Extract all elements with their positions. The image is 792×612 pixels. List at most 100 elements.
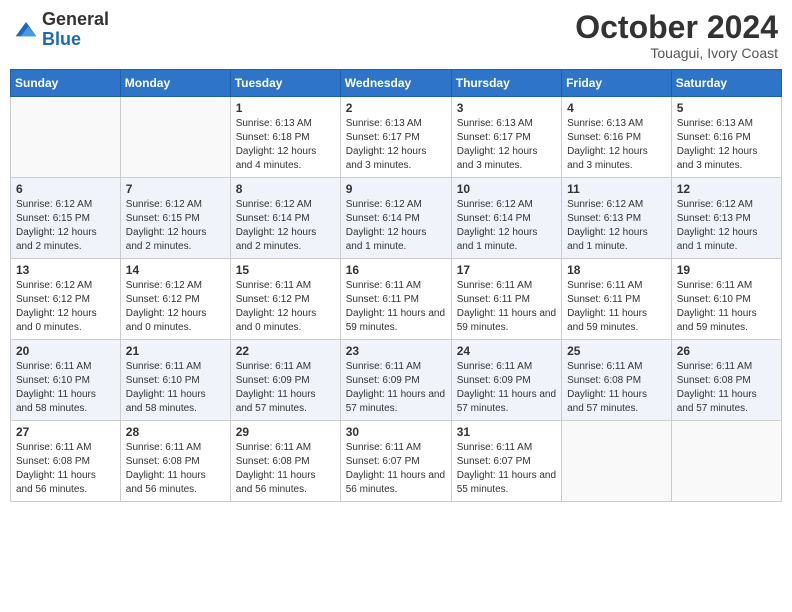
calendar-cell: 27 Sunrise: 6:11 AM Sunset: 6:08 PM Dayli… [11, 421, 121, 502]
calendar-cell: 9 Sunrise: 6:12 AM Sunset: 6:14 PM Daylig… [340, 178, 451, 259]
calendar-cell: 6Sunrise: 6:12 AM Sunset: 6:15 PM Daylig… [11, 178, 121, 259]
calendar-cell: 25Sunrise: 6:11 AM Sunset: 6:08 PM Dayli… [562, 340, 672, 421]
day-info: Sunrise: 6:12 AM Sunset: 6:12 PM Dayligh… [16, 279, 115, 335]
day-info: Sunrise: 6:13 AM Sunset: 6:16 PM Dayligh… [567, 117, 666, 173]
day-number: 4 [567, 101, 666, 115]
logo-general: General [42, 10, 109, 30]
calendar-cell: 15 Sunrise: 6:11 AM Sunset: 6:12 PM Dayli… [230, 259, 340, 340]
day-number: 19 [677, 263, 776, 277]
month-title: October 2024 [575, 10, 778, 45]
day-number: 28 [126, 425, 225, 439]
day-number: 26 [677, 344, 776, 358]
day-info: Sunrise: 6:11 AM Sunset: 6:12 PM Dayligh… [236, 279, 335, 335]
day-number: 3 [457, 101, 556, 115]
calendar-table: SundayMondayTuesdayWednesdayThursdayFrid… [10, 69, 782, 502]
calendar-cell: 3 Sunrise: 6:13 AM Sunset: 6:17 PM Daylig… [451, 97, 561, 178]
day-info: Sunrise: 6:11 AM Sunset: 6:10 PM Dayligh… [16, 360, 115, 416]
day-info: Sunrise: 6:12 AM Sunset: 6:14 PM Dayligh… [457, 198, 556, 254]
calendar-cell: 28 Sunrise: 6:11 AM Sunset: 6:08 PM Dayli… [120, 421, 230, 502]
day-number: 18 [567, 263, 666, 277]
day-info: Sunrise: 6:11 AM Sunset: 6:10 PM Dayligh… [126, 360, 225, 416]
day-info: Sunrise: 6:11 AM Sunset: 6:09 PM Dayligh… [346, 360, 446, 416]
day-number: 5 [677, 101, 776, 115]
calendar-cell: 11 Sunrise: 6:12 AM Sunset: 6:13 PM Dayli… [562, 178, 672, 259]
day-info: Sunrise: 6:13 AM Sunset: 6:17 PM Dayligh… [457, 117, 556, 173]
calendar-cell [562, 421, 672, 502]
day-info: Sunrise: 6:12 AM Sunset: 6:14 PM Dayligh… [236, 198, 335, 254]
day-number: 21 [126, 344, 225, 358]
calendar-cell [120, 97, 230, 178]
day-number: 15 [236, 263, 335, 277]
day-info: Sunrise: 6:11 AM Sunset: 6:11 PM Dayligh… [457, 279, 556, 335]
day-info: Sunrise: 6:13 AM Sunset: 6:17 PM Dayligh… [346, 117, 446, 173]
calendar-cell: 17Sunrise: 6:11 AM Sunset: 6:11 PM Dayli… [451, 259, 561, 340]
calendar-cell: 10Sunrise: 6:12 AM Sunset: 6:14 PM Dayli… [451, 178, 561, 259]
calendar-cell: 16 Sunrise: 6:11 AM Sunset: 6:11 PM Dayli… [340, 259, 451, 340]
day-number: 11 [567, 182, 666, 196]
day-number: 29 [236, 425, 335, 439]
day-number: 2 [346, 101, 446, 115]
logo-blue: Blue [42, 30, 109, 50]
title-block: October 2024 Touagui, Ivory Coast [575, 10, 778, 61]
calendar-cell: 19 Sunrise: 6:11 AM Sunset: 6:10 PM Dayli… [671, 259, 781, 340]
day-info: Sunrise: 6:12 AM Sunset: 6:14 PM Dayligh… [346, 198, 446, 254]
weekday-header: Friday [562, 70, 672, 97]
day-info: Sunrise: 6:11 AM Sunset: 6:08 PM Dayligh… [236, 441, 335, 497]
calendar-cell: 18Sunrise: 6:11 AM Sunset: 6:11 PM Dayli… [562, 259, 672, 340]
day-info: Sunrise: 6:11 AM Sunset: 6:11 PM Dayligh… [346, 279, 446, 335]
weekday-header-row: SundayMondayTuesdayWednesdayThursdayFrid… [11, 70, 782, 97]
calendar-cell: 29 Sunrise: 6:11 AM Sunset: 6:08 PM Dayli… [230, 421, 340, 502]
calendar-cell: 23 Sunrise: 6:11 AM Sunset: 6:09 PM Dayli… [340, 340, 451, 421]
location-subtitle: Touagui, Ivory Coast [575, 45, 778, 61]
day-info: Sunrise: 6:11 AM Sunset: 6:08 PM Dayligh… [677, 360, 776, 416]
day-info: Sunrise: 6:11 AM Sunset: 6:07 PM Dayligh… [457, 441, 556, 497]
calendar-cell: 1Sunrise: 6:13 AM Sunset: 6:18 PM Daylig… [230, 97, 340, 178]
calendar-cell: 30 Sunrise: 6:11 AM Sunset: 6:07 PM Dayli… [340, 421, 451, 502]
calendar-cell: 22 Sunrise: 6:11 AM Sunset: 6:09 PM Dayli… [230, 340, 340, 421]
calendar-cell: 20Sunrise: 6:11 AM Sunset: 6:10 PM Dayli… [11, 340, 121, 421]
day-number: 7 [126, 182, 225, 196]
day-number: 30 [346, 425, 446, 439]
day-info: Sunrise: 6:12 AM Sunset: 6:12 PM Dayligh… [126, 279, 225, 335]
day-info: Sunrise: 6:11 AM Sunset: 6:08 PM Dayligh… [16, 441, 115, 497]
calendar-week-row: 20Sunrise: 6:11 AM Sunset: 6:10 PM Dayli… [11, 340, 782, 421]
day-number: 22 [236, 344, 335, 358]
day-info: Sunrise: 6:11 AM Sunset: 6:08 PM Dayligh… [126, 441, 225, 497]
weekday-header: Tuesday [230, 70, 340, 97]
day-info: Sunrise: 6:11 AM Sunset: 6:10 PM Dayligh… [677, 279, 776, 335]
day-info: Sunrise: 6:12 AM Sunset: 6:13 PM Dayligh… [677, 198, 776, 254]
calendar-cell: 31 Sunrise: 6:11 AM Sunset: 6:07 PM Dayli… [451, 421, 561, 502]
weekday-header: Monday [120, 70, 230, 97]
day-info: Sunrise: 6:11 AM Sunset: 6:09 PM Dayligh… [457, 360, 556, 416]
calendar-cell [11, 97, 121, 178]
calendar-week-row: 13Sunrise: 6:12 AM Sunset: 6:12 PM Dayli… [11, 259, 782, 340]
calendar-cell: 14 Sunrise: 6:12 AM Sunset: 6:12 PM Dayli… [120, 259, 230, 340]
day-number: 23 [346, 344, 446, 358]
calendar-cell: 12 Sunrise: 6:12 AM Sunset: 6:13 PM Dayli… [671, 178, 781, 259]
calendar-week-row: 6Sunrise: 6:12 AM Sunset: 6:15 PM Daylig… [11, 178, 782, 259]
calendar-cell: 7Sunrise: 6:12 AM Sunset: 6:15 PM Daylig… [120, 178, 230, 259]
day-info: Sunrise: 6:11 AM Sunset: 6:09 PM Dayligh… [236, 360, 335, 416]
calendar-cell: 21 Sunrise: 6:11 AM Sunset: 6:10 PM Dayli… [120, 340, 230, 421]
day-number: 12 [677, 182, 776, 196]
logo: General Blue [14, 10, 109, 50]
calendar-cell: 5Sunrise: 6:13 AM Sunset: 6:16 PM Daylig… [671, 97, 781, 178]
calendar-cell: 24Sunrise: 6:11 AM Sunset: 6:09 PM Dayli… [451, 340, 561, 421]
day-info: Sunrise: 6:12 AM Sunset: 6:15 PM Dayligh… [16, 198, 115, 254]
calendar-cell: 13Sunrise: 6:12 AM Sunset: 6:12 PM Dayli… [11, 259, 121, 340]
day-info: Sunrise: 6:11 AM Sunset: 6:07 PM Dayligh… [346, 441, 446, 497]
calendar-week-row: 27 Sunrise: 6:11 AM Sunset: 6:08 PM Dayli… [11, 421, 782, 502]
calendar-cell: 26 Sunrise: 6:11 AM Sunset: 6:08 PM Dayli… [671, 340, 781, 421]
calendar-cell: 2 Sunrise: 6:13 AM Sunset: 6:17 PM Daylig… [340, 97, 451, 178]
day-number: 14 [126, 263, 225, 277]
day-number: 9 [346, 182, 446, 196]
day-number: 27 [16, 425, 115, 439]
day-number: 31 [457, 425, 556, 439]
calendar-cell: 4 Sunrise: 6:13 AM Sunset: 6:16 PM Daylig… [562, 97, 672, 178]
day-number: 16 [346, 263, 446, 277]
weekday-header: Sunday [11, 70, 121, 97]
day-info: Sunrise: 6:12 AM Sunset: 6:13 PM Dayligh… [567, 198, 666, 254]
day-number: 25 [567, 344, 666, 358]
weekday-header: Thursday [451, 70, 561, 97]
weekday-header: Wednesday [340, 70, 451, 97]
